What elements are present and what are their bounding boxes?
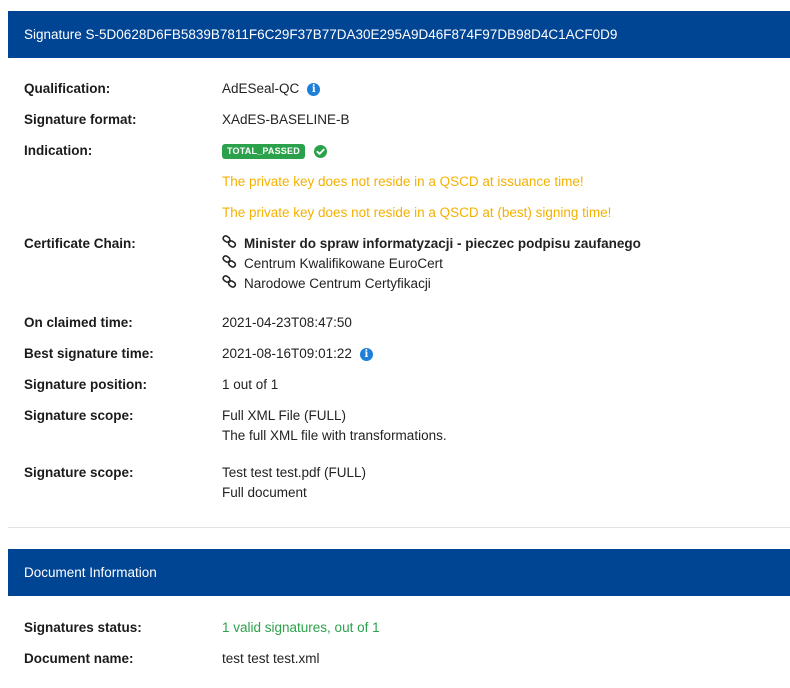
check-circle-icon	[313, 144, 327, 158]
document-name-value: test test test.xml	[222, 651, 320, 666]
signature-scope-value: Full XML File (FULL) The full XML file w…	[222, 406, 782, 446]
certificate-chain-label: Certificate Chain:	[24, 236, 136, 251]
info-icon[interactable]: i	[307, 82, 321, 96]
warning-message: The private key does not reside in a QSC…	[222, 205, 612, 220]
signature-format-value: XAdES-BASELINE-B	[222, 112, 350, 127]
document-name-label: Document name:	[24, 651, 134, 666]
best-time-label: Best signature time:	[24, 346, 154, 361]
signatures-status-value: 1 valid signatures, out of 1	[222, 620, 380, 635]
signatures-status-label: Signatures status:	[24, 620, 142, 635]
signature-format-label: Signature format:	[24, 112, 137, 127]
indication-label: Indication:	[24, 143, 93, 158]
document-panel-title: Document Information	[24, 565, 157, 580]
claimed-time-label: On claimed time:	[24, 315, 133, 330]
certificate-name: Centrum Kwalifikowane EuroCert	[244, 256, 443, 271]
best-time-value-wrap: 2021-08-16T09:01:22 i	[222, 344, 782, 364]
certificate-item[interactable]: Minister do spraw informatyzacji - piecz…	[222, 234, 782, 254]
qualification-value: AdESeal-QC	[222, 81, 300, 96]
validation-report: Signature S-5D0628D6FB5839B7811F6C29F37B…	[0, 0, 790, 688]
signature-scope-label: Signature scope:	[24, 408, 134, 423]
qualification-label: Qualification:	[24, 81, 111, 96]
warning-message: The private key does not reside in a QSC…	[222, 174, 584, 189]
certificate-chain-list: Minister do spraw informatyzacji - piecz…	[222, 234, 782, 294]
indication-status: TOTAL_PASSED	[222, 141, 782, 161]
scope-description: The full XML file with transformations.	[222, 428, 447, 443]
signature-scope-value: Test test test.pdf (FULL) Full document	[222, 463, 782, 503]
best-time-value: 2021-08-16T09:01:22	[222, 346, 352, 361]
divider	[8, 527, 790, 528]
claimed-time-value: 2021-04-23T08:47:50	[222, 315, 352, 330]
link-icon	[222, 274, 238, 294]
status-badge: TOTAL_PASSED	[222, 143, 305, 159]
signature-panel-title: Signature S-5D0628D6FB5839B7811F6C29F37B…	[24, 27, 618, 42]
indication-value: TOTAL_PASSED The private key does not re…	[222, 141, 782, 223]
certificate-item[interactable]: Narodowe Centrum Certyfikacji	[222, 274, 782, 294]
qualification-value-wrap: AdESeal-QC i	[222, 79, 782, 99]
link-icon	[222, 234, 238, 254]
certificate-name: Minister do spraw informatyzacji - piecz…	[244, 236, 641, 251]
signature-panel-header[interactable]: Signature S-5D0628D6FB5839B7811F6C29F37B…	[8, 11, 790, 58]
document-panel-header[interactable]: Document Information	[8, 549, 790, 596]
info-icon[interactable]: i	[359, 347, 373, 361]
signature-scope-label: Signature scope:	[24, 465, 134, 480]
scope-name: Test test test.pdf (FULL)	[222, 465, 367, 480]
certificate-item[interactable]: Centrum Kwalifikowane EuroCert	[222, 254, 782, 274]
link-icon	[222, 254, 238, 274]
certificate-name: Narodowe Centrum Certyfikacji	[244, 276, 431, 291]
signature-position-label: Signature position:	[24, 377, 147, 392]
signature-position-value: 1 out of 1	[222, 377, 279, 392]
scope-description: Full document	[222, 485, 307, 500]
scope-name: Full XML File (FULL)	[222, 408, 347, 423]
